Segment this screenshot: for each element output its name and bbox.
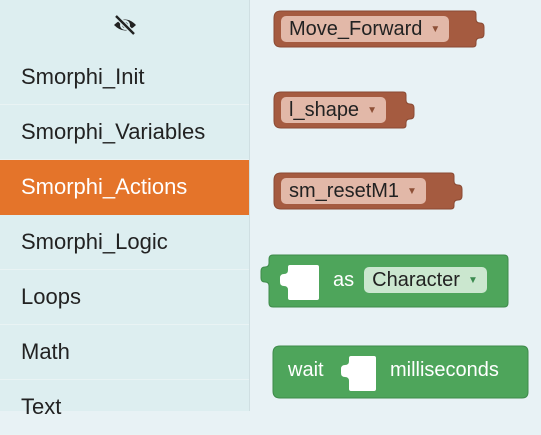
move-forward-block[interactable]: Move_Forward ▼: [273, 10, 485, 50]
category-smorphi-actions[interactable]: Smorphi_Actions: [0, 160, 249, 215]
block-flyout: Move_Forward ▼ l_shape ▼ sm_resetM1 ▼ as…: [250, 0, 541, 411]
action-dropdown[interactable]: l_shape ▼: [281, 97, 386, 123]
milliseconds-label: milliseconds: [390, 359, 499, 381]
category-label: Text: [21, 394, 62, 419]
l-shape-block[interactable]: l_shape ▼: [273, 91, 415, 131]
action-dropdown[interactable]: sm_resetM1 ▼: [281, 178, 426, 204]
category-text[interactable]: Text: [0, 380, 249, 435]
category-label: Loops: [21, 284, 81, 309]
dropdown-arrow-icon: ▼: [407, 185, 417, 197]
eye-off-icon[interactable]: [112, 14, 138, 36]
category-smorphi-init[interactable]: Smorphi_Init: [0, 50, 249, 105]
category-smorphi-variables[interactable]: Smorphi_Variables: [0, 105, 249, 160]
category-label: Smorphi_Actions: [21, 174, 188, 199]
wait-block[interactable]: wait milliseconds: [272, 345, 530, 401]
category-smorphi-logic[interactable]: Smorphi_Logic: [0, 215, 249, 270]
dropdown-arrow-icon: ▼: [430, 23, 441, 35]
category-label: Smorphi_Init: [21, 64, 145, 89]
dropdown-arrow-icon: ▼: [367, 104, 377, 116]
category-loops[interactable]: Loops: [0, 270, 249, 325]
category-label: Math: [21, 339, 70, 364]
as-label: as: [333, 268, 355, 291]
toolbox-header: [0, 0, 249, 50]
character-dropdown[interactable]: Character ▼: [364, 267, 487, 293]
wait-label: wait: [288, 359, 324, 381]
category-math[interactable]: Math: [0, 325, 249, 380]
dropdown-arrow-icon: ▼: [467, 274, 478, 286]
sm-reset-block[interactable]: sm_resetM1 ▼: [273, 172, 463, 212]
action-dropdown[interactable]: Move_Forward ▼: [281, 16, 450, 42]
as-character-block[interactable]: as Character ▼: [260, 254, 510, 310]
category-label: Smorphi_Variables: [21, 119, 206, 144]
category-toolbox: Smorphi_Init Smorphi_Variables Smorphi_A…: [0, 0, 250, 435]
category-label: Smorphi_Logic: [21, 229, 168, 254]
